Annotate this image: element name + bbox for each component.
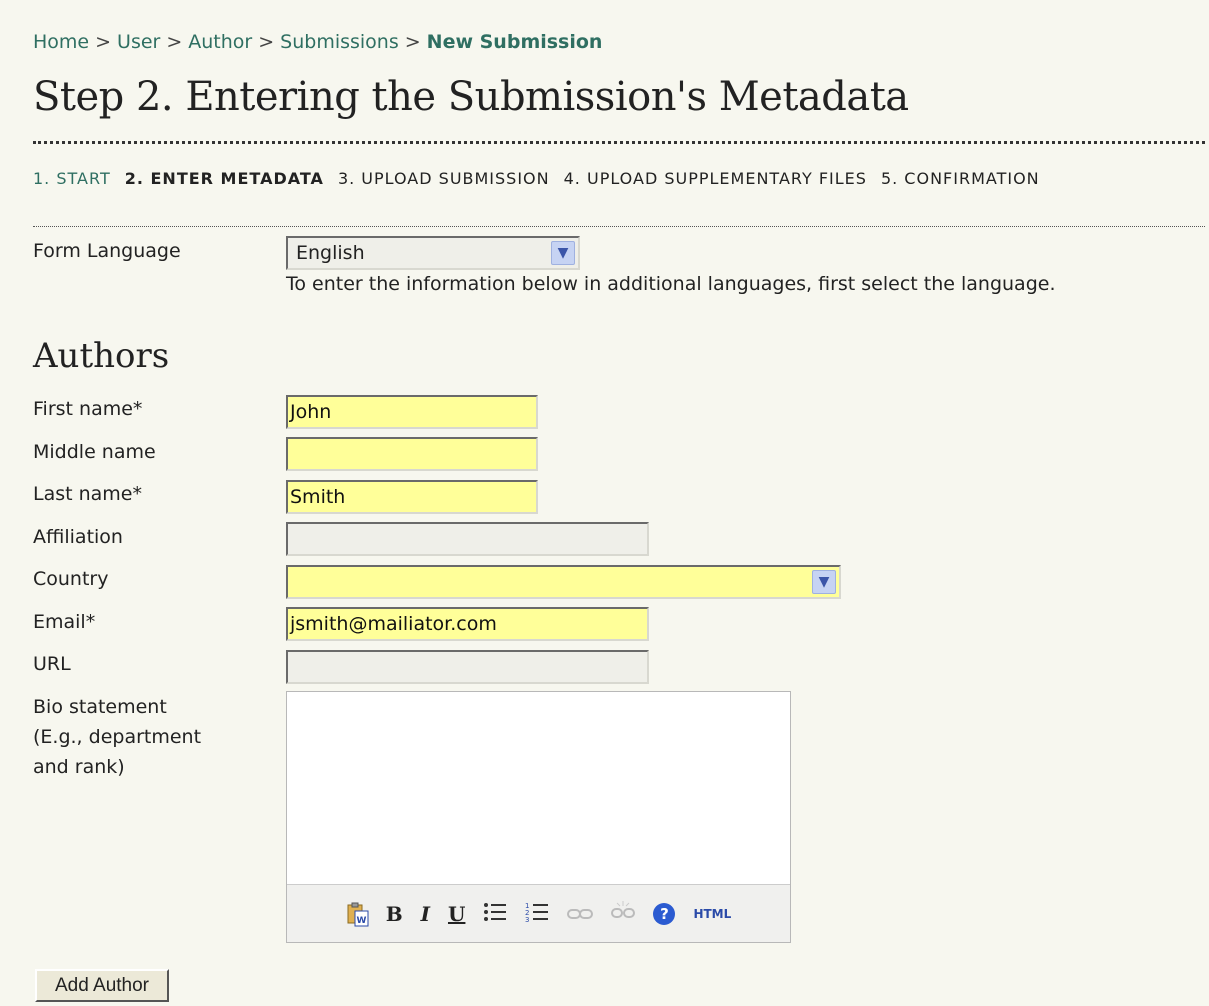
middle-name-input[interactable] (286, 437, 538, 471)
breadcrumb-author[interactable]: Author (188, 31, 252, 53)
breadcrumb-user[interactable]: User (117, 31, 160, 53)
country-select[interactable]: ▼ (286, 565, 841, 599)
italic-icon[interactable]: I (421, 904, 430, 924)
step-start-link[interactable]: 1. START (33, 169, 111, 188)
steps-divider (33, 226, 1205, 227)
last-name-input[interactable]: Smith (286, 480, 538, 514)
bio-label: Bio statement (E.g., department and rank… (33, 692, 201, 782)
editor-toolbar: W B I U 1 2 3 ? HTML (287, 884, 790, 942)
form-language-value: English (296, 242, 365, 264)
email-input[interactable]: jsmith@mailiator.com (286, 607, 649, 641)
bold-icon[interactable]: B (386, 904, 403, 924)
page-title: Step 2. Entering the Submission's Metada… (33, 74, 909, 120)
link-icon[interactable] (567, 904, 594, 924)
form-language-label: Form Language (33, 240, 181, 262)
add-author-button[interactable]: Add Author (35, 969, 169, 1002)
step-upload-supplementary: 4. UPLOAD SUPPLEMENTARY FILES (563, 169, 867, 188)
country-label: Country (33, 568, 109, 590)
email-label: Email* (33, 611, 96, 633)
step-progress: 1. START 2. ENTER METADATA 3. UPLOAD SUBMI… (33, 164, 1173, 194)
url-label: URL (33, 653, 71, 675)
bullet-list-icon[interactable] (483, 901, 507, 926)
unlink-icon[interactable] (611, 900, 636, 927)
affiliation-label: Affiliation (33, 526, 123, 548)
bio-textarea[interactable] (287, 692, 790, 885)
bio-editor[interactable]: W B I U 1 2 3 ? HTML (286, 691, 791, 943)
numbered-list-icon[interactable]: 1 2 3 (525, 901, 549, 926)
form-language-hint: To enter the information below in additi… (286, 273, 1056, 295)
form-language-select[interactable]: English ▼ (286, 236, 580, 270)
breadcrumb-separator: > (166, 31, 183, 53)
breadcrumb-home[interactable]: Home (33, 31, 89, 53)
bio-label-line: Bio statement (33, 696, 167, 718)
breadcrumb-separator: > (95, 31, 112, 53)
step-confirmation: 5. CONFIRMATION (880, 169, 1040, 188)
paste-from-word-icon[interactable]: W (346, 902, 369, 926)
step-upload-submission: 3. UPLOAD SUBMISSION (337, 169, 550, 188)
svg-text:W: W (356, 916, 366, 926)
svg-text:3: 3 (525, 916, 529, 923)
last-name-label: Last name* (33, 483, 142, 505)
chevron-down-icon[interactable]: ▼ (812, 570, 836, 594)
breadcrumb-separator: > (258, 31, 275, 53)
affiliation-input[interactable] (286, 522, 649, 556)
chevron-down-icon[interactable]: ▼ (551, 241, 575, 265)
help-icon[interactable]: ? (653, 902, 676, 925)
first-name-input[interactable]: John (286, 395, 538, 429)
underline-icon[interactable]: U (448, 904, 465, 924)
title-divider (33, 141, 1205, 144)
step-enter-metadata: 2. ENTER METADATA (124, 169, 324, 188)
bio-label-line: (E.g., department (33, 726, 202, 748)
html-source-icon[interactable]: HTML (693, 904, 731, 924)
bio-label-line: and rank) (33, 756, 125, 778)
breadcrumb-submissions[interactable]: Submissions (280, 31, 399, 53)
middle-name-label: Middle name (33, 441, 156, 463)
breadcrumb-current[interactable]: New Submission (427, 31, 603, 53)
authors-heading: Authors (33, 336, 170, 376)
breadcrumb: Home > User > Author > Submissions > New Submiss… (33, 31, 602, 53)
first-name-label: First name* (33, 398, 143, 420)
breadcrumb-separator: > (404, 31, 421, 53)
url-input[interactable] (286, 650, 649, 684)
